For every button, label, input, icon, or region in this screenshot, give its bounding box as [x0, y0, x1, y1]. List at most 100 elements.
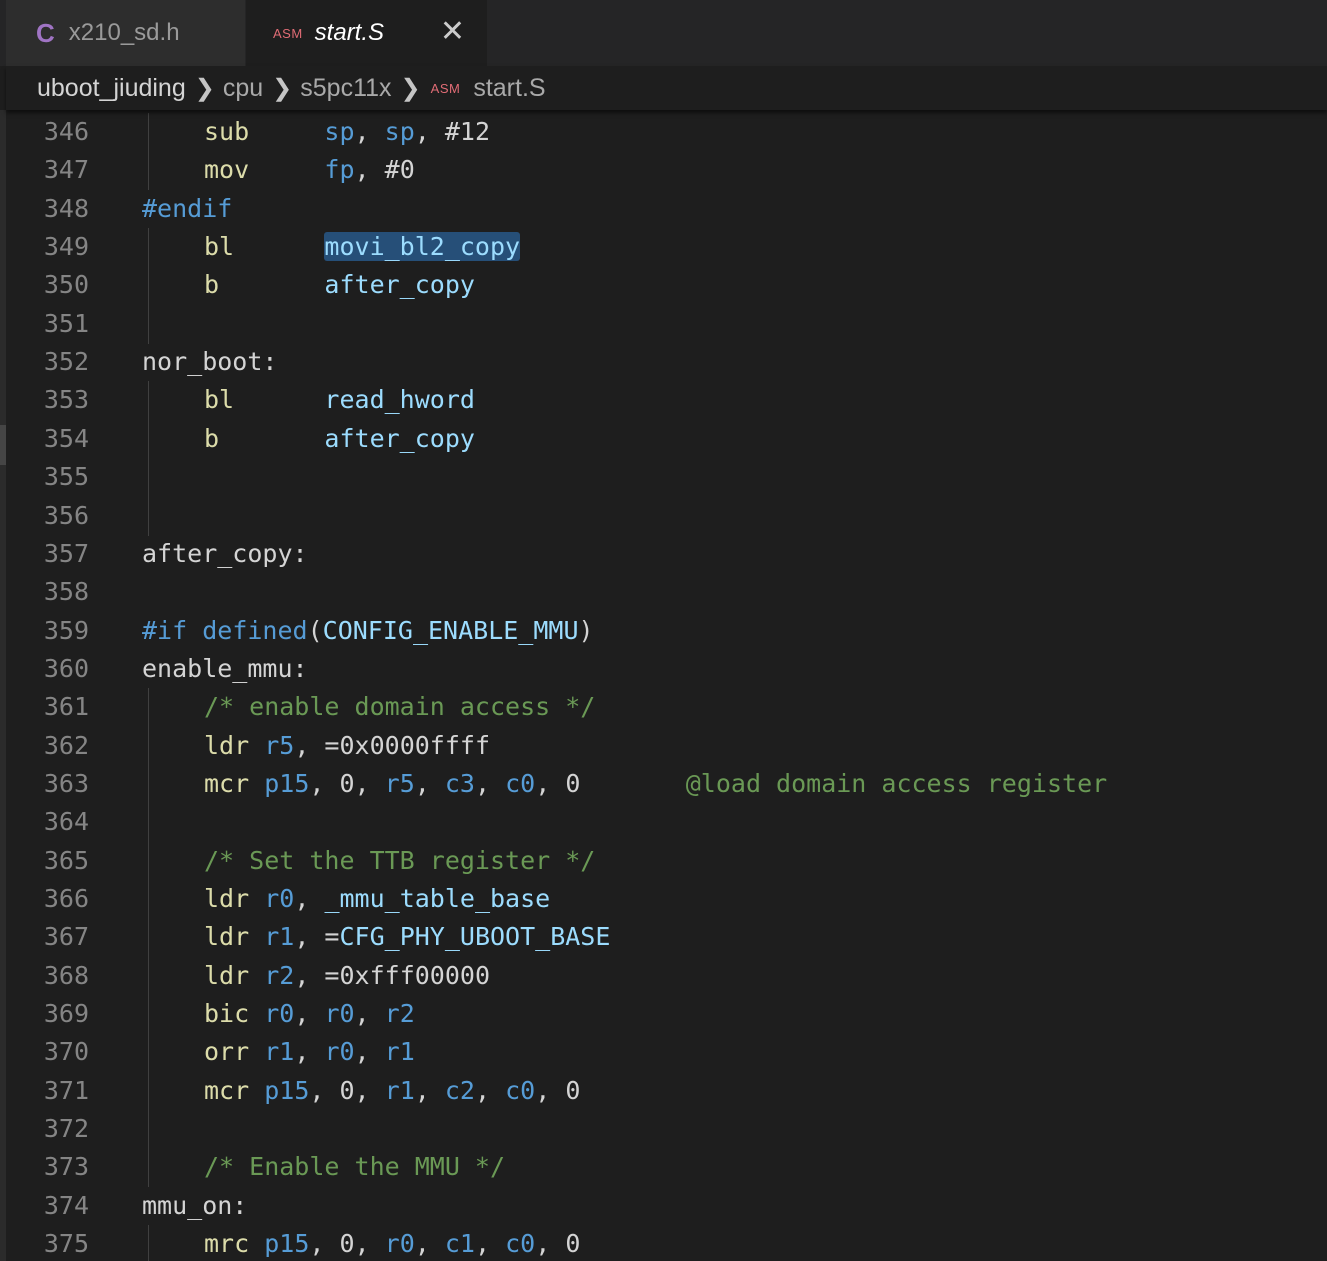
code-editor[interactable]: 346 sub sp, sp, #12 347 mov fp, #0 348 #endif… — [6, 113, 1327, 1261]
indent-guide — [148, 995, 149, 1035]
tab-bar: C x210_sd.h ASM start.S ✕ — [0, 0, 1327, 66]
code-token: mmu_on: — [142, 1190, 248, 1220]
code-line[interactable]: 360 enable_mmu: — [6, 650, 1306, 688]
breadcrumb-item-cpu[interactable]: cpu — [223, 74, 263, 103]
code-line[interactable]: 364 — [6, 803, 1306, 843]
code-line[interactable]: 370 orr r1, r0, r1 — [6, 1033, 1306, 1073]
code-text: ldr r0, _mmu_table_base — [204, 880, 550, 918]
code-line[interactable]: 357 after_copy: — [6, 535, 1306, 573]
code-line[interactable]: 361 /* enable domain access */ — [6, 688, 1306, 728]
code-line[interactable]: 365 /* Set the TTB register */ — [6, 841, 1306, 881]
code-text: mrc p15, 0, r0, c1, c0, 0 — [204, 1225, 580, 1261]
line-number: 355 — [43, 462, 89, 492]
breadcrumb-item-start-s[interactable]: start.S — [473, 74, 545, 103]
code-token: c1 — [444, 1229, 475, 1259]
code-text: /* Enable the MMU */ — [204, 1148, 505, 1186]
code-line[interactable]: 375 mrc p15, 0, r0, c1, c0, 0 — [6, 1225, 1306, 1261]
line-number: 354 — [43, 423, 89, 453]
code-line[interactable]: 347 mov fp, #0 — [6, 151, 1306, 191]
c-file-icon: C — [36, 17, 55, 48]
line-number: 352 — [43, 347, 89, 377]
code-token: , = — [294, 730, 340, 760]
code-line[interactable]: 367 ldr r1, =CFG_PHY_UBOOT_BASE — [6, 918, 1306, 958]
code-token: , — [309, 1075, 340, 1105]
code-token: ldr — [204, 884, 250, 913]
breadcrumb-item-s5pc11x[interactable]: s5pc11x — [300, 74, 391, 103]
line-number: 358 — [43, 577, 89, 607]
close-icon[interactable]: ✕ — [440, 16, 465, 48]
line-number: 372 — [43, 1114, 89, 1144]
line-number: 350 — [43, 270, 89, 300]
indent-guide — [148, 956, 149, 996]
indent-guide — [148, 266, 149, 306]
code-line[interactable]: 353 bl read_hword — [6, 381, 1306, 421]
indent-guide — [148, 1110, 149, 1150]
code-text: #if defined(CONFIG_ENABLE_MMU) — [142, 612, 594, 650]
indent-guide — [148, 688, 149, 728]
code-line[interactable]: 363 mcr p15, 0, r5, c3, c0, 0 @load domai… — [6, 764, 1306, 804]
code-token: /* Enable the MMU */ — [204, 1152, 506, 1182]
code-line[interactable]: 348 #endif — [6, 190, 1306, 228]
code-token: , = — [294, 922, 340, 952]
code-line[interactable]: 369 bic r0, r0, r2 — [6, 995, 1306, 1035]
code-token: ldr — [204, 922, 250, 952]
indent-guide — [148, 880, 149, 919]
code-token: , — [354, 1037, 385, 1067]
selected-token: movi_bl2_copy — [324, 232, 521, 262]
code-token: /* enable domain access */ — [204, 692, 596, 722]
code-line[interactable]: 359 #if defined(CONFIG_ENABLE_MMU) — [6, 612, 1306, 650]
code-line[interactable]: 362 ldr r5, =0x0000ffff — [6, 726, 1306, 766]
code-token: 0 — [565, 1229, 581, 1259]
breadcrumb-item-uboot-jiuding[interactable]: uboot_jiuding — [37, 74, 186, 103]
code-line[interactable]: 355 — [6, 458, 1306, 498]
code-line[interactable]: 346 sub sp, sp, #12 — [6, 113, 1306, 152]
indent-guide — [148, 1071, 149, 1111]
code-token: , — [535, 768, 566, 798]
code-line[interactable]: 352 nor_boot: — [6, 343, 1306, 381]
code-line[interactable]: 366 ldr r0, _mmu_table_base — [6, 880, 1306, 919]
indent-guide — [148, 918, 149, 958]
line-number: 362 — [43, 730, 89, 760]
code-line[interactable]: 354 b after_copy — [6, 419, 1306, 459]
code-text: ldr r1, =CFG_PHY_UBOOT_BASE — [204, 918, 610, 956]
line-number: 347 — [43, 155, 89, 185]
tab-x210-sd-h[interactable]: C x210_sd.h — [6, 0, 245, 66]
code-text: after_copy: — [142, 535, 308, 573]
code-text: mcr p15, 0, r5, c3, c0, 0 @load domain a… — [204, 765, 1107, 803]
code-token: mov — [204, 155, 250, 185]
code-token: read_hword — [324, 385, 475, 415]
code-line[interactable]: 356 — [6, 496, 1306, 536]
code-token: r1 — [384, 1037, 415, 1067]
code-token: , — [474, 768, 506, 798]
code-token: bl — [204, 385, 235, 415]
line-number: 346 — [43, 117, 89, 146]
code-line[interactable]: 372 — [6, 1110, 1306, 1150]
code-token: c0 — [505, 1229, 536, 1259]
code-token: , — [354, 155, 385, 185]
indent-guide — [148, 1225, 149, 1261]
code-text: mov fp, #0 — [204, 151, 415, 189]
indent-guide — [148, 458, 149, 498]
code-token: #0 — [384, 155, 415, 185]
code-token: , — [309, 1229, 340, 1259]
code-line[interactable]: 350 b after_copy — [6, 266, 1306, 306]
code-token: after_copy — [324, 270, 475, 300]
code-line[interactable]: 371 mcr p15, 0, r1, c2, c0, 0 — [6, 1071, 1306, 1111]
code-line[interactable]: 351 — [6, 304, 1306, 344]
code-token: , — [414, 768, 445, 798]
code-line[interactable]: 358 — [6, 573, 1306, 611]
code-token: r0 — [324, 999, 355, 1029]
code-token: r5 — [264, 730, 295, 760]
code-line[interactable]: 374 mmu_on: — [6, 1187, 1306, 1225]
code-token: sub — [204, 117, 250, 146]
code-line[interactable]: 373 /* Enable the MMU */ — [6, 1148, 1306, 1188]
code-token: c3 — [444, 768, 475, 798]
tab-start-s[interactable]: ASM start.S ✕ — [246, 0, 487, 66]
code-line[interactable]: 349 bl movi_bl2_copy — [6, 228, 1306, 268]
code-line[interactable]: 368 ldr r2, =0xfff00000 — [6, 956, 1306, 996]
indent-guide — [148, 764, 149, 804]
